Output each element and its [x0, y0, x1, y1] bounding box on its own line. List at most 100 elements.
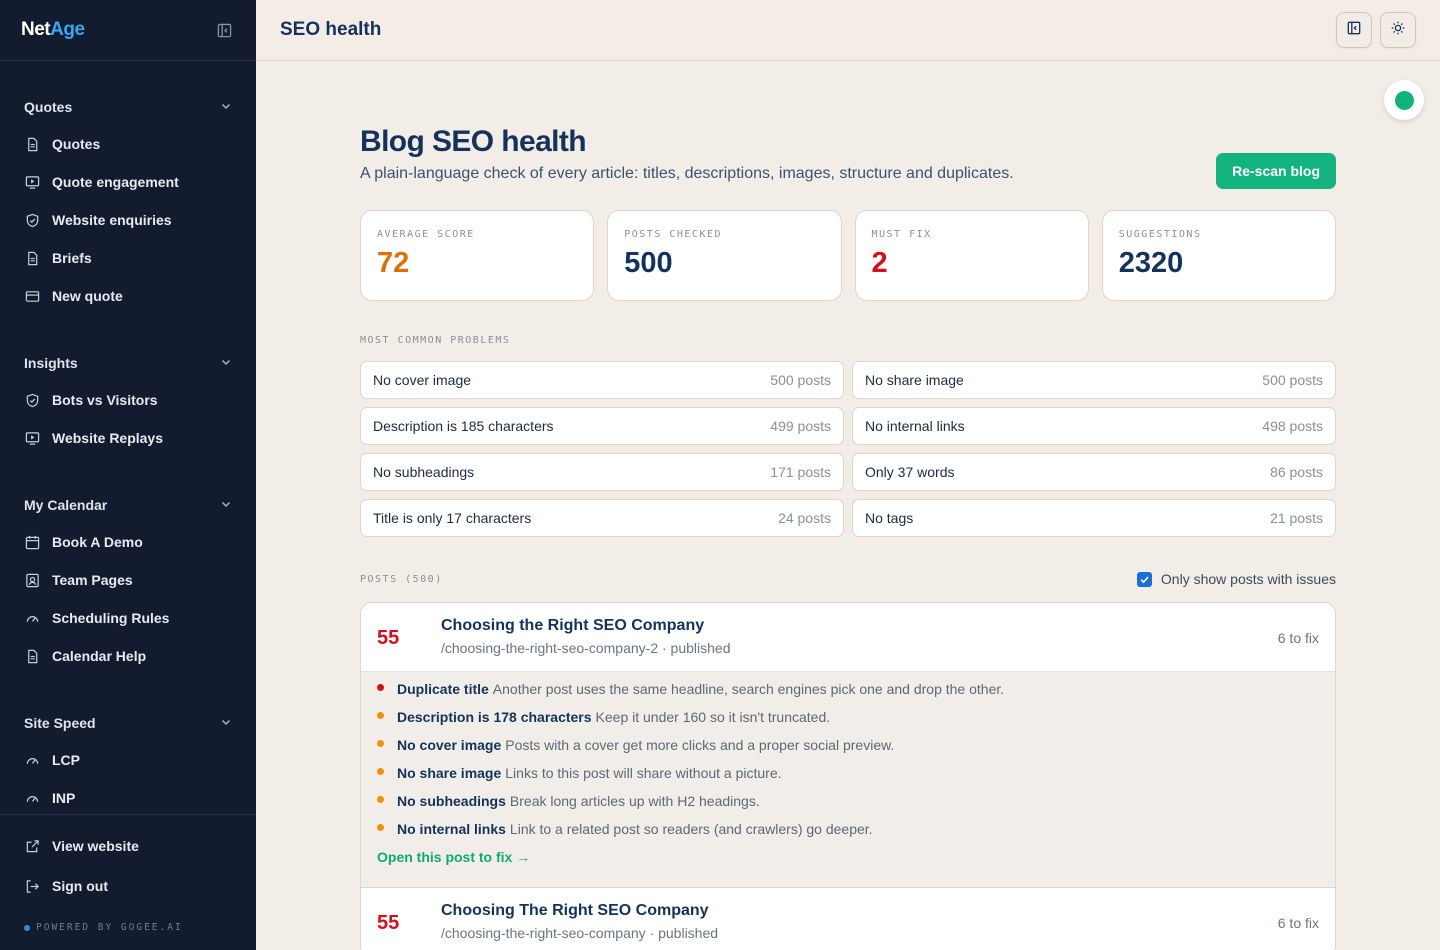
- post-row[interactable]: 55 Choosing The Right SEO Company /choos…: [361, 888, 1335, 950]
- monitor-play-icon: [24, 174, 40, 190]
- sidebar-item-team-pages[interactable]: Team Pages: [0, 561, 256, 599]
- rescan-blog-button[interactable]: Re-scan blog: [1216, 153, 1336, 189]
- issue-desc: Another post uses the same headline, sea…: [492, 681, 1005, 697]
- shield-check-icon: [24, 392, 40, 408]
- sidebar-item-label: Bots vs Visitors: [52, 392, 158, 408]
- sidebar-item-quotes[interactable]: Quotes: [0, 125, 256, 163]
- issue-title: Duplicate title: [397, 681, 489, 697]
- nav-group-site-speed: Site Speed LCP INP: [0, 705, 256, 814]
- sidebar-item-inp[interactable]: INP: [0, 779, 256, 814]
- stat-card-suggestions: SUGGESTIONS 2320: [1101, 210, 1336, 301]
- document-icon: [24, 136, 40, 152]
- sidebar-item-website-enquiries[interactable]: Website enquiries: [0, 201, 256, 239]
- nav-group-title: My Calendar: [24, 497, 108, 513]
- external-link-icon: [24, 838, 40, 854]
- gauge-icon: [24, 752, 40, 768]
- stat-label: AVERAGE SCORE: [377, 229, 475, 240]
- nav-group-header[interactable]: Insights: [0, 345, 256, 381]
- sidebar-item-label: Scheduling Rules: [52, 610, 170, 626]
- sidebar-item-scheduling-rules[interactable]: Scheduling Rules: [0, 599, 256, 637]
- posts-header: POSTS (500) Only show posts with issues: [360, 571, 1336, 587]
- post-title: Choosing The Right SEO Company: [441, 902, 709, 919]
- sidebar-item-label: Quote engagement: [52, 174, 179, 190]
- issue-item: Description is 178 characters Keep it und…: [377, 703, 1319, 731]
- issues-filter-checkbox[interactable]: [1136, 571, 1152, 587]
- nav-group-title: Quotes: [24, 99, 73, 115]
- sidebar-item-label: Website Replays: [52, 430, 164, 446]
- topbar: SEO health: [256, 0, 1440, 61]
- powered-text: POWERED BY GOGEE.AI: [36, 922, 183, 933]
- problems-section-label: MOST COMMON PROBLEMS: [360, 335, 511, 346]
- view-website-label: View website: [52, 838, 139, 854]
- issue-title: No share image: [397, 765, 502, 781]
- powered-dot: [24, 924, 30, 931]
- nav-group-my-calendar: My Calendar Book A Demo Team Pages Sched…: [0, 487, 256, 675]
- topbar-actions: [1336, 12, 1416, 48]
- issue-item: No internal links Link to a related post …: [377, 815, 1319, 843]
- sidebar-item-briefs[interactable]: Briefs: [0, 239, 256, 277]
- gauge-icon: [24, 610, 40, 626]
- problem-item[interactable]: Title is only 17 characters 24 posts: [360, 499, 844, 537]
- view-website-link[interactable]: View website: [0, 826, 256, 866]
- post-issues-panel: Duplicate title Another post uses the sam…: [361, 671, 1335, 888]
- brand-bar: NetAge: [0, 0, 256, 61]
- powered-by: POWERED BY GOGEE.AI: [24, 922, 183, 933]
- sidebar-item-book-a-demo[interactable]: Book A Demo: [0, 523, 256, 561]
- sidebar-item-lcp[interactable]: LCP: [0, 741, 256, 779]
- problem-item[interactable]: Description is 185 characters 499 posts: [360, 407, 844, 445]
- sidebar-item-calendar-help[interactable]: Calendar Help: [0, 637, 256, 675]
- stats-row: AVERAGE SCORE 72 POSTS CHECKED 500 MUST …: [360, 210, 1336, 301]
- nav-group-header[interactable]: Quotes: [0, 89, 256, 125]
- status-indicator-button[interactable]: [1384, 80, 1424, 120]
- sidebar-item-label: INP: [52, 790, 76, 806]
- theme-toggle-button[interactable]: [1380, 12, 1416, 48]
- issue-item: No cover image Posts with a cover get mor…: [377, 731, 1319, 759]
- post-slug: /choosing-the-right-seo-company-2 · publ…: [441, 640, 731, 656]
- problem-count: 500 posts: [770, 372, 831, 388]
- logo[interactable]: NetAge: [21, 19, 85, 41]
- open-post-link[interactable]: Open this post to fix →: [377, 849, 530, 865]
- post-row[interactable]: 55 Choosing the Right SEO Company /choos…: [361, 603, 1335, 671]
- sidebar-item-bots-vs-visitors[interactable]: Bots vs Visitors: [0, 381, 256, 419]
- stat-value: 2320: [1118, 247, 1184, 279]
- sidebar-item-label: Website enquiries: [52, 212, 172, 228]
- issue-item: No share image Links to this post will sh…: [377, 759, 1319, 787]
- problem-name: Description is 185 characters: [373, 418, 554, 434]
- problem-item[interactable]: No internal links 498 posts: [852, 407, 1336, 445]
- issue-item: Duplicate title Another post uses the sam…: [377, 675, 1319, 703]
- nav-group-header[interactable]: My Calendar: [0, 487, 256, 523]
- sidebar-nav: Quotes Quotes Quote engagement Website e…: [0, 61, 256, 814]
- issues-filter[interactable]: Only show posts with issues: [1136, 571, 1336, 587]
- chevron-down-icon: [220, 355, 232, 371]
- problem-item[interactable]: No subheadings 171 posts: [360, 453, 844, 491]
- user-badge-icon: [24, 572, 40, 588]
- severity-dot: [377, 683, 384, 691]
- panel-toggle-button[interactable]: [1336, 12, 1372, 48]
- sidebar-item-new-quote[interactable]: New quote: [0, 277, 256, 315]
- sidebar-footer: View website Sign out POWERED BY GOGEE.A…: [0, 814, 256, 950]
- nav-group-header[interactable]: Site Speed: [0, 705, 256, 741]
- chevron-down-icon: [220, 497, 232, 513]
- stat-label: POSTS CHECKED: [624, 229, 723, 240]
- stat-value: 72: [377, 247, 410, 279]
- severity-dot: [377, 711, 384, 719]
- problem-item[interactable]: No cover image 500 posts: [360, 361, 844, 399]
- sign-out-button[interactable]: Sign out: [0, 866, 256, 906]
- sidebar-item-label: Briefs: [52, 250, 92, 266]
- sidebar-item-label: Calendar Help: [52, 648, 147, 664]
- checkmark-icon: [1140, 576, 1149, 583]
- problem-count: 21 posts: [1270, 510, 1323, 526]
- issue-desc: Link to a related post so readers (and c…: [509, 821, 873, 837]
- nav-group-quotes: Quotes Quotes Quote engagement Website e…: [0, 89, 256, 315]
- issue-title: No internal links: [397, 821, 506, 837]
- problem-item[interactable]: Only 37 words 86 posts: [852, 453, 1336, 491]
- sidebar-item-quote-engagement[interactable]: Quote engagement: [0, 163, 256, 201]
- stat-label: MUST FIX: [871, 229, 932, 240]
- sign-out-icon: [24, 878, 40, 894]
- problem-name: Title is only 17 characters: [373, 510, 532, 526]
- page-title: Blog SEO health: [360, 125, 587, 158]
- problem-item[interactable]: No share image 500 posts: [852, 361, 1336, 399]
- problem-item[interactable]: No tags 21 posts: [852, 499, 1336, 537]
- sidebar-collapse-icon[interactable]: [216, 22, 232, 38]
- sidebar-item-website-replays[interactable]: Website Replays: [0, 419, 256, 457]
